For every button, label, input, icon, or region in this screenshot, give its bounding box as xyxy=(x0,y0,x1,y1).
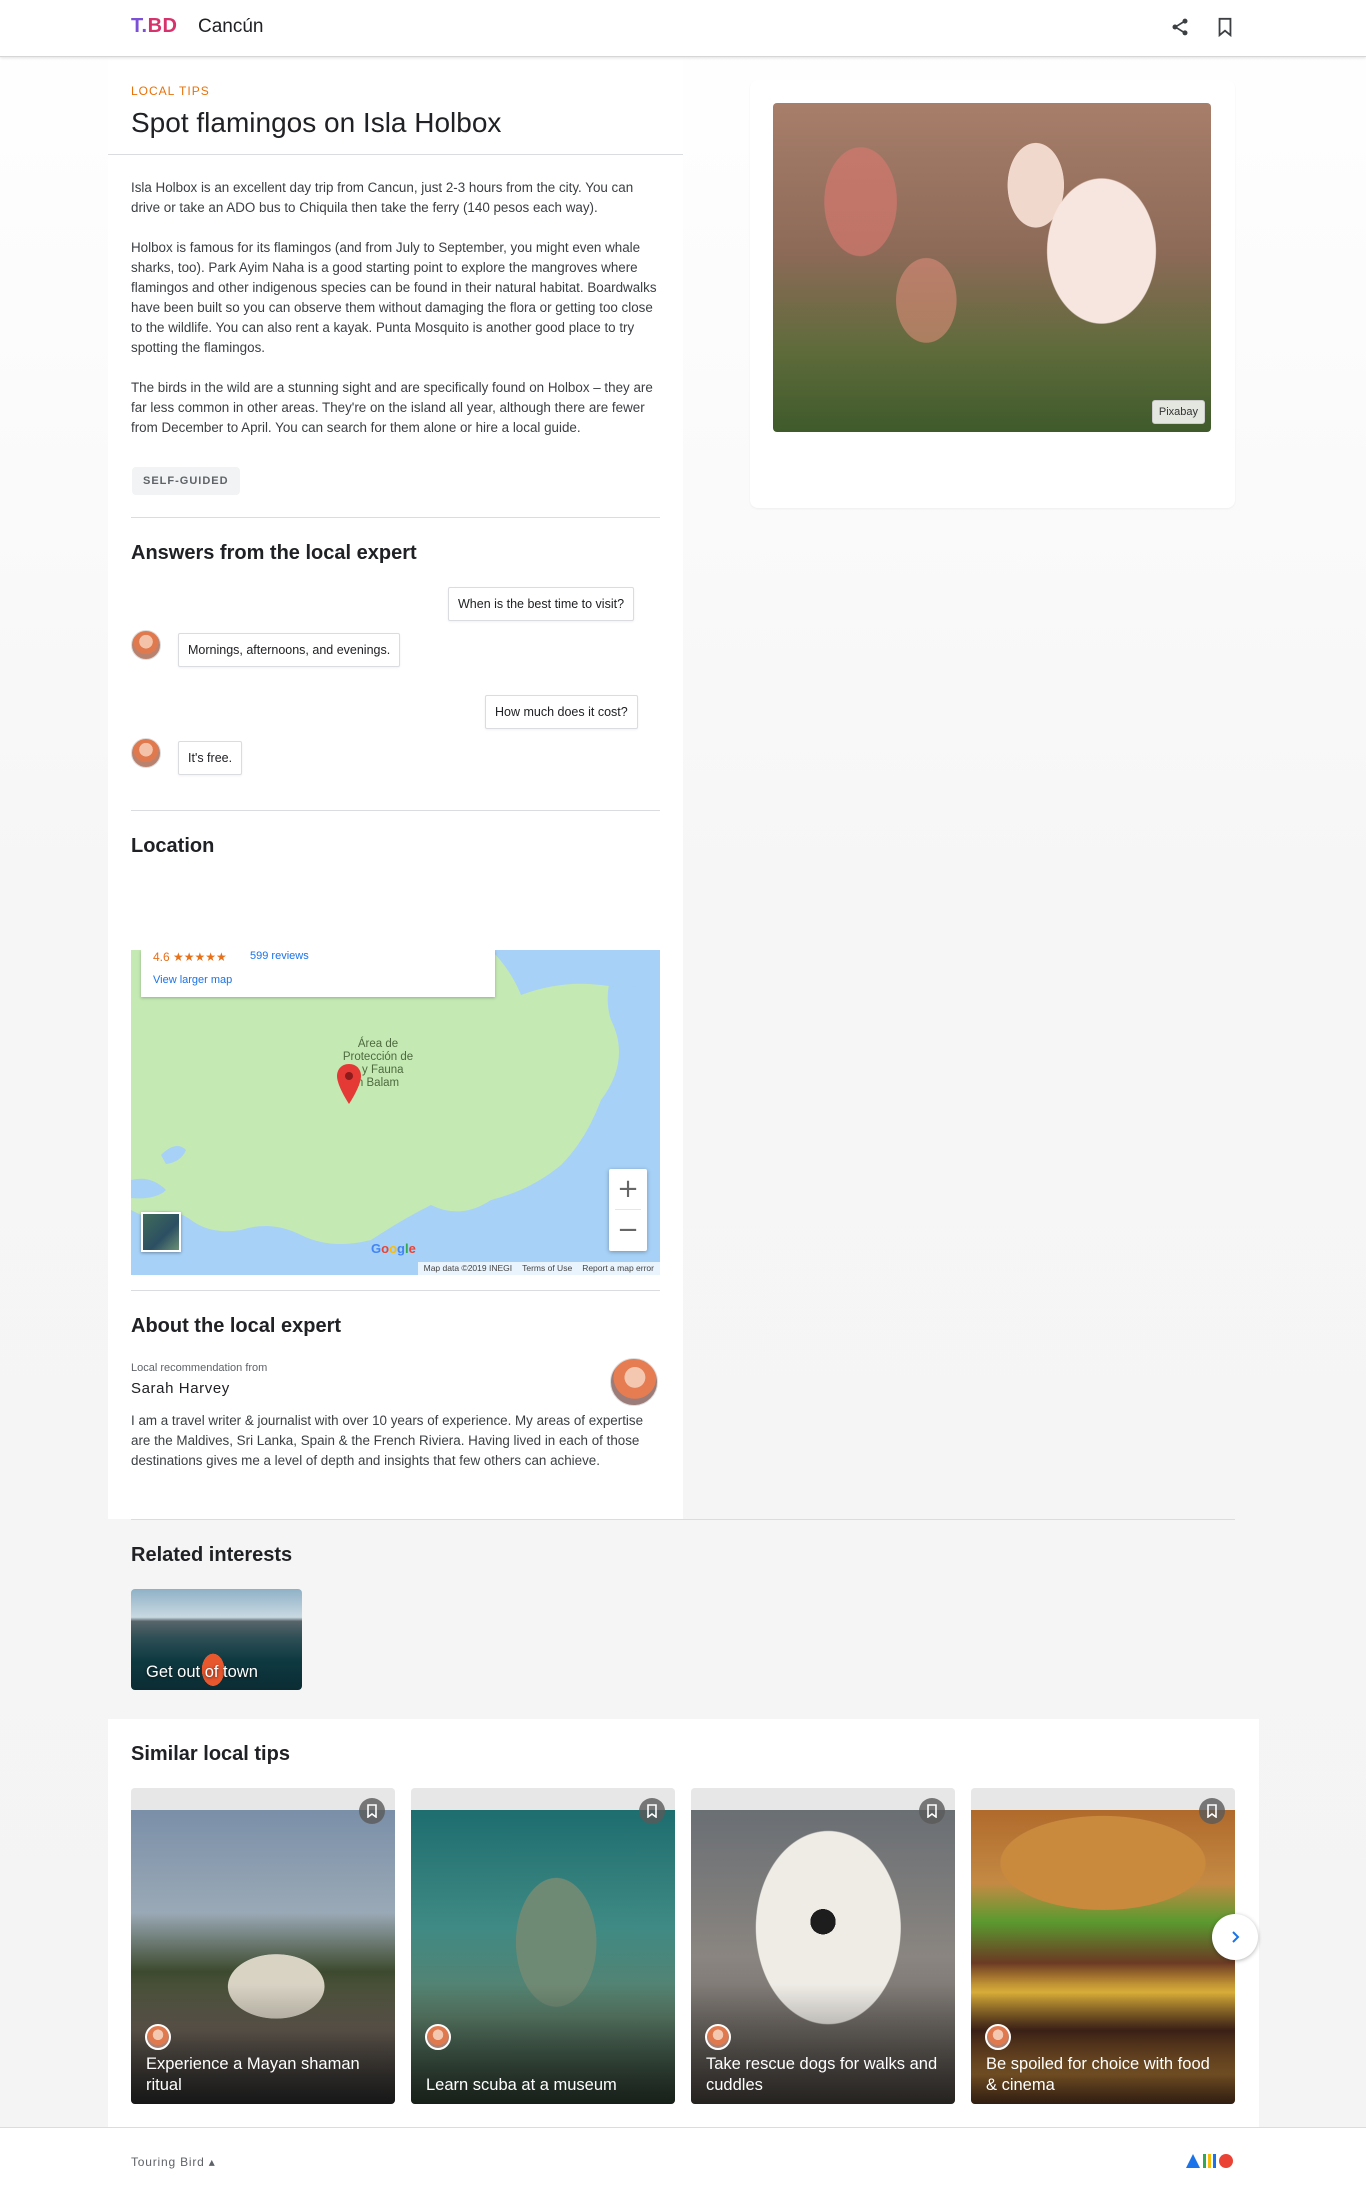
card-top-strip xyxy=(971,1788,1235,1810)
view-larger-map-link[interactable]: View larger map xyxy=(153,974,232,986)
bookmark-icon[interactable] xyxy=(639,1798,665,1824)
related-interest-label: Get out of town xyxy=(146,1663,258,1681)
divider xyxy=(131,810,660,811)
related-title: Related interests xyxy=(131,1544,293,1566)
tip-image xyxy=(411,1810,675,2104)
divider xyxy=(131,1519,1235,1520)
answer-bubble: It's free. xyxy=(178,741,243,775)
avatar xyxy=(131,738,161,768)
expert-avatar xyxy=(610,1358,658,1406)
flamingo-photo[interactable]: Pixabay xyxy=(773,103,1211,432)
tip-label: Experience a Mayan shaman ritual xyxy=(146,2055,360,2094)
tag-chip: SELF-GUIDED xyxy=(132,467,240,495)
map-rating: 4.6 ★★★★★ xyxy=(153,950,227,964)
satellite-toggle[interactable] xyxy=(141,1212,181,1252)
google-map-logo: Google xyxy=(371,1241,416,1256)
map-pin-icon[interactable] xyxy=(337,1064,361,1104)
avatar xyxy=(705,2024,731,2050)
footer: Touring Bird ▴ xyxy=(0,2127,1366,2186)
article-eyebrow: LOCAL TIPS xyxy=(131,84,210,98)
answer-bubble: Mornings, afternoons, and evenings. xyxy=(178,633,401,667)
bookmark-icon[interactable] xyxy=(1199,1798,1225,1824)
tip-label: Learn scuba at a museum xyxy=(426,2076,617,2094)
article-paragraph: The birds in the wild are a stunning sig… xyxy=(131,380,653,435)
similar-tip-card[interactable]: Learn scuba at a museum xyxy=(411,1788,675,2104)
map-land xyxy=(131,950,660,1244)
map-info-card: 4.6 ★★★★★ 599 reviews View larger map xyxy=(141,950,495,997)
map-report-link[interactable]: Report a map error xyxy=(582,1262,654,1275)
similar-tip-card[interactable]: Take rescue dogs for walks and cuddles xyxy=(691,1788,955,2104)
map-attribution: Map data ©2019 INEGI Terms of Use Report… xyxy=(417,1262,660,1275)
avatar xyxy=(425,2024,451,2050)
map-terms-link[interactable]: Terms of Use xyxy=(522,1262,572,1275)
map-embed[interactable]: 4.6 ★★★★★ 599 reviews View larger map Ár… xyxy=(131,950,660,1275)
avatar xyxy=(131,630,161,660)
article-paragraph: Holbox is famous for its flamingos (and … xyxy=(131,240,657,355)
divider xyxy=(131,517,660,518)
zoom-in-button[interactable]: + xyxy=(609,1169,647,1209)
expert-title: About the local expert xyxy=(131,1315,342,1337)
expert-subtitle: Local recommendation from xyxy=(131,1362,268,1374)
bookmark-icon[interactable] xyxy=(359,1798,385,1824)
related-interest-card[interactable]: Get out of town xyxy=(131,1589,302,1690)
expert-bio: I am a travel writer & journalist with o… xyxy=(131,1413,644,1468)
similar-tip-card[interactable]: Be spoiled for choice with food & cinema xyxy=(971,1788,1235,2104)
article-paragraph: Isla Holbox is an excellent day trip fro… xyxy=(131,180,634,215)
bookmark-icon[interactable] xyxy=(1212,14,1238,40)
page-title: Spot flamingos on Isla Holbox xyxy=(131,107,502,138)
question-bubble: How much does it cost? xyxy=(485,695,638,729)
brand-logo[interactable]: T.BD xyxy=(131,15,177,38)
google-labs-logo xyxy=(1186,2151,1238,2169)
divider xyxy=(131,1290,660,1291)
similar-tip-card[interactable]: Experience a Mayan shaman ritual xyxy=(131,1788,395,2104)
divider xyxy=(108,154,683,155)
hero-image-card: Pixabay xyxy=(750,80,1235,508)
question-bubble: When is the best time to visit? xyxy=(448,587,635,621)
tip-label: Be spoiled for choice with food & cinema xyxy=(986,2055,1210,2094)
map-data-credit: Map data ©2019 INEGI xyxy=(423,1263,513,1273)
zoom-out-button[interactable]: − xyxy=(609,1210,647,1250)
map-zoom-control: + − xyxy=(609,1169,647,1251)
footer-brand-menu[interactable]: Touring Bird ▴ xyxy=(131,2155,216,2169)
article-panel: LOCAL TIPS Spot flamingos on Isla Holbox… xyxy=(108,57,683,1519)
location-title: Location xyxy=(131,835,215,857)
chevron-right-icon xyxy=(1232,1931,1240,1943)
top-bar: T.BD Cancún xyxy=(0,0,1366,57)
expert-name: Sarah Harvey xyxy=(131,1380,230,1397)
photo-credit: Pixabay xyxy=(1151,400,1205,424)
map-reviews-link[interactable]: 599 reviews xyxy=(250,950,309,962)
tip-label: Take rescue dogs for walks and cuddles xyxy=(706,2055,938,2094)
card-top-strip xyxy=(131,1788,395,1810)
card-top-strip xyxy=(411,1788,675,1810)
avatar xyxy=(145,2024,171,2050)
similar-title: Similar local tips xyxy=(131,1743,290,1765)
city-title: Cancún xyxy=(198,16,264,37)
card-top-strip xyxy=(691,1788,955,1810)
bookmark-icon[interactable] xyxy=(919,1798,945,1824)
qa-title: Answers from the local expert xyxy=(131,542,417,564)
carousel-next-button[interactable] xyxy=(1212,1914,1258,1960)
avatar xyxy=(985,2024,1011,2050)
share-icon[interactable] xyxy=(1167,14,1193,40)
caret-up-icon: ▴ xyxy=(208,2155,216,2169)
